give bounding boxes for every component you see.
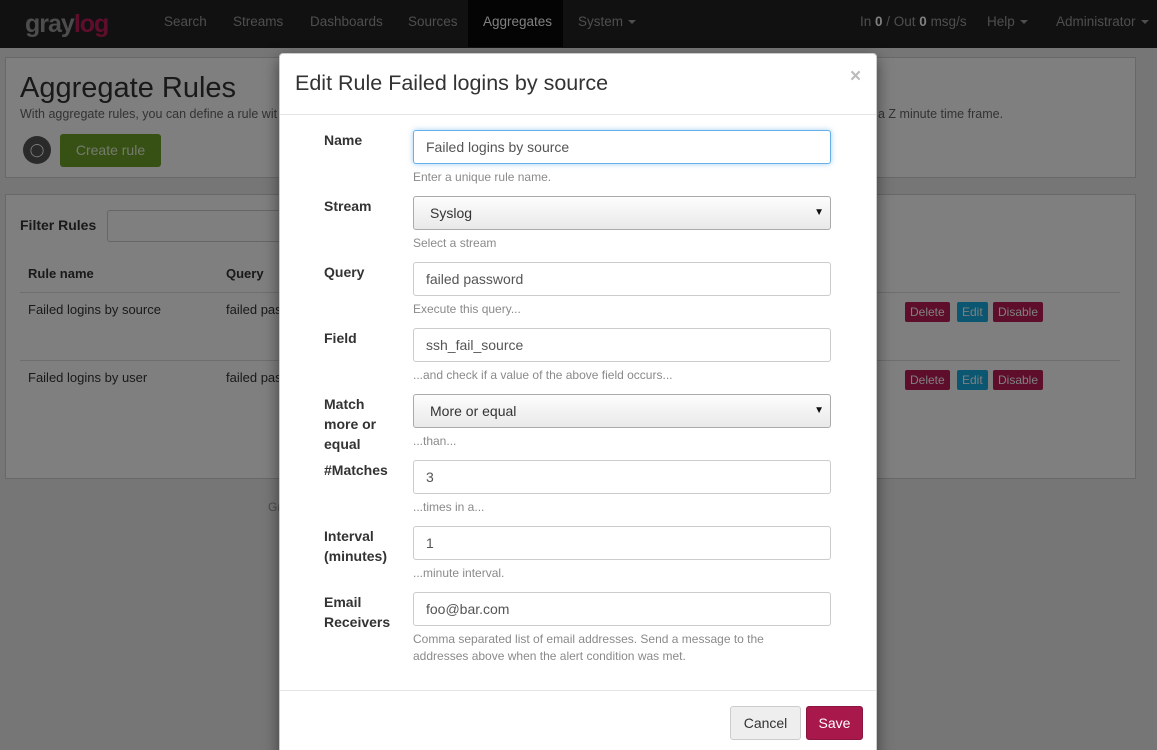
stream-help: Select a stream — [413, 236, 497, 250]
email-label: Email Receivers — [324, 594, 391, 630]
query-input[interactable]: failed password — [413, 262, 831, 296]
cancel-button[interactable]: Cancel — [730, 706, 801, 740]
field-input[interactable]: ssh_fail_source — [413, 328, 831, 362]
interval-input[interactable]: 1 — [413, 526, 831, 560]
matches-input[interactable]: 3 — [413, 460, 831, 494]
name-input[interactable]: Failed logins by source — [413, 130, 831, 164]
dropdown-arrow-icon: ▼ — [814, 405, 824, 416]
modal-title: Edit Rule Failed logins by source — [295, 71, 609, 95]
modal-footer-divider — [280, 690, 876, 691]
field-label: Field — [324, 330, 357, 346]
match-help: ...than... — [413, 434, 457, 448]
stream-label: Stream — [324, 198, 372, 214]
interval-label: Interval (minutes) — [324, 528, 387, 564]
matches-label: #Matches — [324, 462, 388, 478]
edit-rule-modal: Edit Rule Failed logins by source × Name… — [279, 53, 877, 750]
save-button[interactable]: Save — [806, 706, 863, 740]
interval-help: ...minute interval. — [413, 566, 505, 580]
field-help: ...and check if a value of the above fie… — [413, 368, 673, 382]
close-icon[interactable]: × — [850, 66, 861, 88]
name-help: Enter a unique rule name. — [413, 170, 552, 184]
stream-select[interactable]: Syslog ▼ — [413, 196, 831, 230]
email-input[interactable]: foo@bar.com — [413, 592, 831, 626]
dropdown-arrow-icon: ▼ — [814, 207, 824, 218]
match-label: Match more or equal — [324, 396, 377, 452]
email-help: Comma separated list of email addresses.… — [413, 632, 764, 663]
match-select[interactable]: More or equal ▼ — [413, 394, 831, 428]
query-help: Execute this query... — [413, 302, 521, 316]
matches-help: ...times in a... — [413, 500, 485, 514]
name-label: Name — [324, 132, 363, 148]
query-label: Query — [324, 264, 365, 280]
modal-header-divider — [280, 114, 876, 115]
